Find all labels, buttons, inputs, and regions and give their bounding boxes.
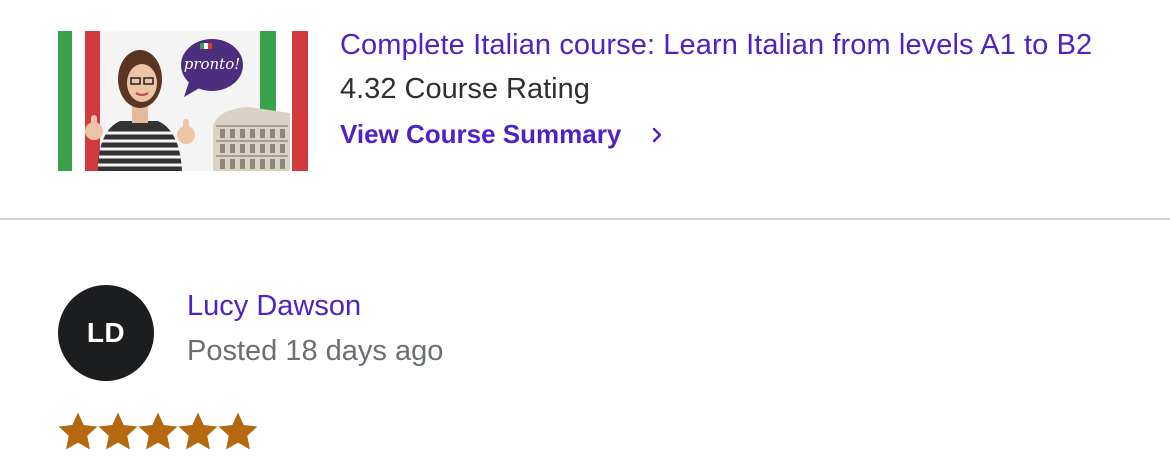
chevron-right-icon: [653, 127, 662, 142]
instructor-photo: [85, 50, 195, 171]
star-icon: [58, 412, 98, 450]
course-thumbnail-art: pronto!: [85, 39, 290, 171]
star-icon: [178, 412, 218, 450]
view-course-summary-label: View Course Summary: [340, 119, 622, 149]
star-rating: [58, 412, 258, 452]
course-thumbnail[interactable]: pronto!: [58, 31, 308, 171]
star-icon: [138, 412, 178, 450]
avatar: LD: [58, 285, 154, 381]
star-icon: [98, 412, 138, 450]
colosseum-illustration: [213, 107, 290, 171]
star-icon: [218, 412, 258, 450]
section-divider: [0, 218, 1170, 220]
thumbnail-brand-text: pronto!: [184, 55, 241, 73]
view-course-summary-link[interactable]: View Course Summary: [340, 119, 667, 150]
course-rating: 4.32 Course Rating: [340, 73, 590, 105]
posted-date: Posted 18 days ago: [187, 335, 444, 367]
speech-bubble: pronto!: [181, 39, 243, 97]
course-title-link[interactable]: Complete Italian course: Learn Italian f…: [340, 29, 1092, 62]
reviewer-name[interactable]: Lucy Dawson: [187, 290, 361, 323]
